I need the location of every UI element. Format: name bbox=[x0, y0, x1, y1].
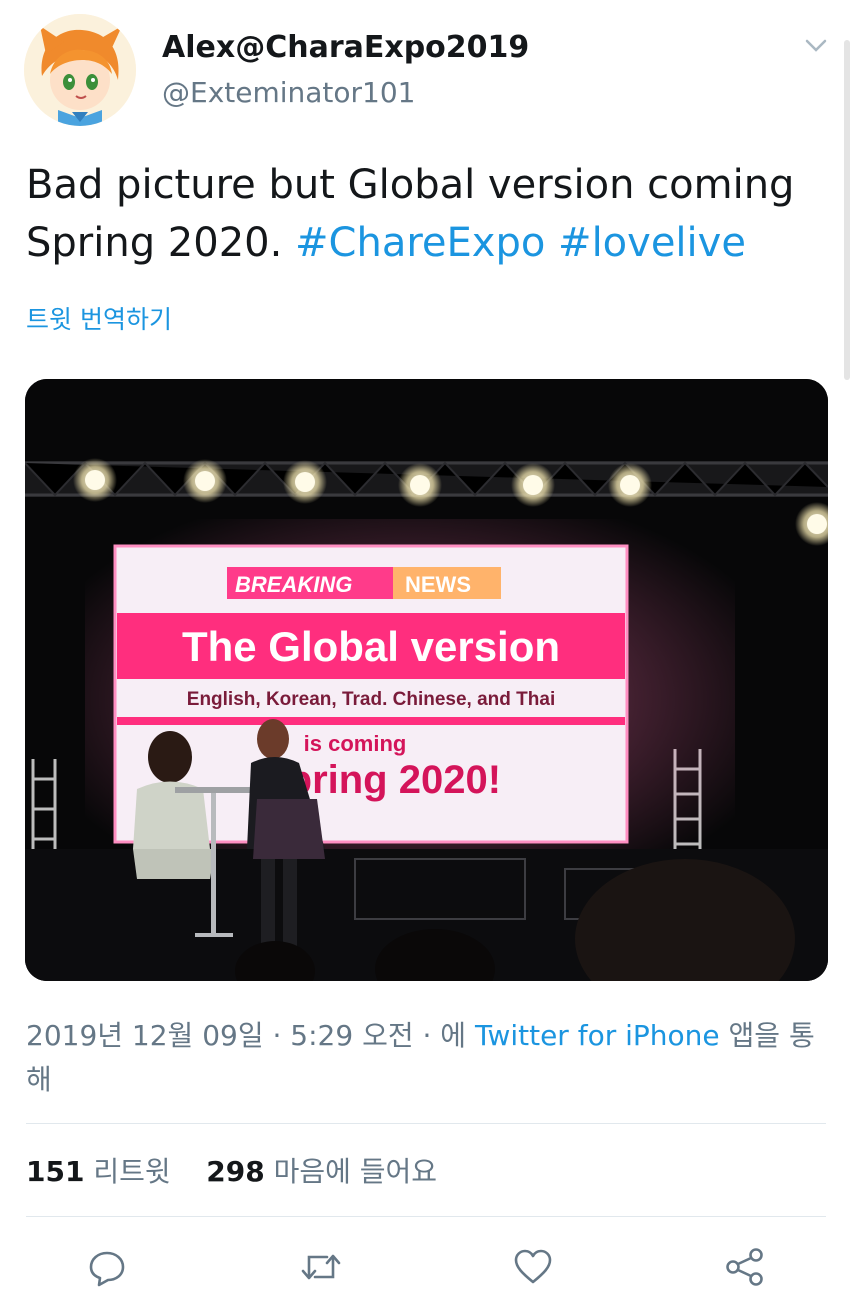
engagement-stats: 151 리트윗 298 마음에 들어요 bbox=[26, 1150, 437, 1190]
tweet-photo[interactable]: BREAKING NEWS The Global version English… bbox=[25, 379, 828, 981]
tweet-metadata: 2019년 12월 09일 · 5:29 오전 · 에 Twitter for … bbox=[26, 1014, 831, 1102]
timestamp: 2019년 12월 09일 · 5:29 오전 · 에 bbox=[26, 1019, 467, 1052]
divider bbox=[26, 1123, 826, 1124]
via-app-link[interactable]: Twitter for iPhone bbox=[475, 1019, 720, 1052]
screen-news: NEWS bbox=[405, 572, 471, 597]
display-name[interactable]: Alex@CharaExpo2019 bbox=[162, 30, 529, 65]
like-label[interactable]: 마음에 들어요 bbox=[274, 1155, 437, 1188]
tweet-header: Alex@CharaExpo2019 @Exteminator101 bbox=[24, 10, 834, 126]
chevron-down-icon[interactable] bbox=[798, 28, 834, 64]
user-handle[interactable]: @Exteminator101 bbox=[162, 76, 416, 109]
screen-headline: The Global version bbox=[182, 623, 560, 670]
tweet-text: Bad picture but Global version coming Sp… bbox=[26, 156, 831, 272]
retweet-icon[interactable] bbox=[296, 1242, 346, 1292]
screen-breaking: BREAKING bbox=[235, 572, 352, 597]
heart-icon[interactable] bbox=[508, 1242, 558, 1292]
retweet-label[interactable]: 리트윗 bbox=[93, 1155, 170, 1188]
share-icon[interactable] bbox=[720, 1242, 770, 1292]
reply-icon[interactable] bbox=[82, 1242, 132, 1292]
scrollbar[interactable] bbox=[844, 40, 850, 380]
translate-tweet-link[interactable]: 트윗 번역하기 bbox=[26, 300, 172, 336]
screen-is-coming: is coming bbox=[304, 731, 407, 756]
divider bbox=[26, 1216, 826, 1217]
action-bar bbox=[0, 1242, 850, 1292]
hashtag-charaexpo[interactable]: #ChareExpo bbox=[295, 220, 545, 266]
retweet-count[interactable]: 151 bbox=[26, 1155, 84, 1188]
like-count[interactable]: 298 bbox=[206, 1155, 264, 1188]
screen-languages: English, Korean, Trad. Chinese, and Thai bbox=[187, 689, 555, 710]
hashtag-lovelive[interactable]: #lovelive bbox=[558, 220, 746, 266]
avatar[interactable] bbox=[24, 14, 136, 126]
